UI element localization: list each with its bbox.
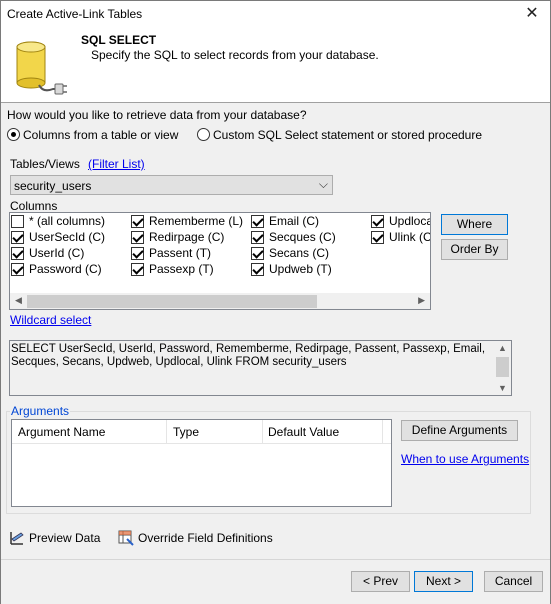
window-title: Create Active-Link Tables [7, 7, 143, 21]
tables-views-select[interactable]: security_users ⌵ [10, 175, 333, 195]
checkbox-secques[interactable] [251, 231, 264, 244]
scrollbar-thumb[interactable] [496, 357, 509, 377]
column-label-updlocal[interactable]: Updloca [389, 214, 430, 228]
column-label-secans[interactable]: Secans (C) [269, 246, 329, 260]
checkbox-usersecid[interactable] [11, 231, 24, 244]
tables-views-value: security_users [14, 179, 92, 193]
checkbox-password[interactable] [11, 263, 24, 276]
override-fields-icon [118, 530, 134, 546]
arguments-group-label: Arguments [10, 404, 71, 418]
radio-custom-sql-label[interactable]: Custom SQL Select statement or stored pr… [213, 128, 482, 142]
column-label-password[interactable]: Password (C) [29, 262, 102, 276]
radio-columns-from-table[interactable] [7, 128, 20, 141]
scrollbar-thumb[interactable] [27, 295, 317, 308]
column-label-secques[interactable]: Secques (C) [269, 230, 336, 244]
override-fields-label[interactable]: Override Field Definitions [138, 531, 273, 545]
retrieve-question: How would you like to retrieve data from… [7, 108, 307, 122]
columns-label: Columns [10, 199, 58, 213]
column-label-rememberme[interactable]: Rememberme (L) [149, 214, 243, 228]
column-label-redirpage[interactable]: Redirpage (C) [149, 230, 224, 244]
close-icon[interactable]: ✕ [522, 4, 542, 24]
prev-button[interactable]: < Prev [351, 571, 410, 592]
column-label-usersecid[interactable]: UserSecId (C) [29, 230, 105, 244]
checkbox-email[interactable] [251, 215, 264, 228]
radio-custom-sql[interactable] [197, 128, 210, 141]
columns-horizontal-scrollbar[interactable]: ◀ ▶ [10, 293, 430, 309]
column-header-type[interactable]: Type [173, 425, 199, 439]
page-subtitle: Specify the SQL to select records from y… [91, 48, 379, 62]
checkbox-redirpage[interactable] [131, 231, 144, 244]
scroll-up-icon[interactable]: ▲ [498, 343, 507, 353]
scroll-left-icon[interactable]: ◀ [15, 295, 22, 306]
column-label-passexp[interactable]: Passexp (T) [149, 262, 214, 276]
checkbox-updlocal[interactable] [371, 215, 384, 228]
filter-list-link[interactable]: (Filter List) [88, 157, 145, 171]
column-label-all[interactable]: * (all columns) [29, 214, 105, 228]
order-by-button[interactable]: Order By [441, 239, 508, 260]
column-separator[interactable] [382, 420, 383, 444]
column-label-passent[interactable]: Passent (T) [149, 246, 211, 260]
next-button[interactable]: Next > [414, 571, 473, 592]
chevron-down-icon: ⌵ [318, 177, 328, 191]
scroll-right-icon[interactable]: ▶ [418, 295, 425, 306]
checkbox-rememberme[interactable] [131, 215, 144, 228]
define-arguments-button[interactable]: Define Arguments [401, 420, 518, 441]
arguments-table[interactable]: Argument Name Type Default Value [11, 419, 392, 507]
dialog-window: Create Active-Link Tables ✕ SQL SELECT S… [0, 0, 551, 604]
checkbox-all-columns[interactable] [11, 215, 24, 228]
when-to-use-arguments-link[interactable]: When to use Arguments [401, 452, 529, 466]
page-title: SQL SELECT [81, 33, 157, 47]
cancel-button[interactable]: Cancel [484, 571, 543, 592]
sql-statement-box[interactable]: SELECT UserSecId, UserId, Password, Reme… [9, 340, 512, 396]
where-button[interactable]: Where [441, 214, 508, 235]
override-field-definitions-action[interactable]: Override Field Definitions [118, 530, 273, 546]
sql-vertical-scrollbar[interactable]: ▲ ▼ [494, 341, 511, 395]
checkbox-passent[interactable] [131, 247, 144, 260]
preview-data-label[interactable]: Preview Data [29, 531, 100, 545]
title-bar: Create Active-Link Tables ✕ [1, 1, 550, 29]
checkbox-updweb[interactable] [251, 263, 264, 276]
checkbox-userid[interactable] [11, 247, 24, 260]
column-label-ulink[interactable]: Ulink (C [389, 230, 430, 244]
tables-views-label: Tables/Views [10, 157, 80, 171]
columns-list: * (all columns) Rememberme (L) Email (C)… [9, 212, 431, 310]
radio-columns-from-table-label[interactable]: Columns from a table or view [23, 128, 178, 142]
column-label-updweb[interactable]: Updweb (T) [269, 262, 332, 276]
sql-statement-text: SELECT UserSecId, UserId, Password, Reme… [11, 343, 486, 368]
column-separator[interactable] [262, 420, 263, 444]
column-header-default-value[interactable]: Default Value [268, 425, 339, 439]
arguments-table-header: Argument Name Type Default Value [12, 420, 391, 444]
column-header-argument-name[interactable]: Argument Name [18, 425, 105, 439]
scroll-down-icon[interactable]: ▼ [498, 383, 507, 393]
wizard-header: SQL SELECT Specify the SQL to select rec… [1, 29, 550, 103]
database-icon [16, 41, 67, 95]
column-label-userid[interactable]: UserId (C) [29, 246, 84, 260]
preview-data-icon [10, 532, 24, 545]
column-label-email[interactable]: Email (C) [269, 214, 319, 228]
checkbox-ulink[interactable] [371, 231, 384, 244]
checkbox-passexp[interactable] [131, 263, 144, 276]
checkbox-secans[interactable] [251, 247, 264, 260]
preview-data-action[interactable]: Preview Data [9, 530, 100, 546]
column-separator[interactable] [166, 420, 167, 444]
wildcard-select-link[interactable]: Wildcard select [10, 313, 91, 327]
